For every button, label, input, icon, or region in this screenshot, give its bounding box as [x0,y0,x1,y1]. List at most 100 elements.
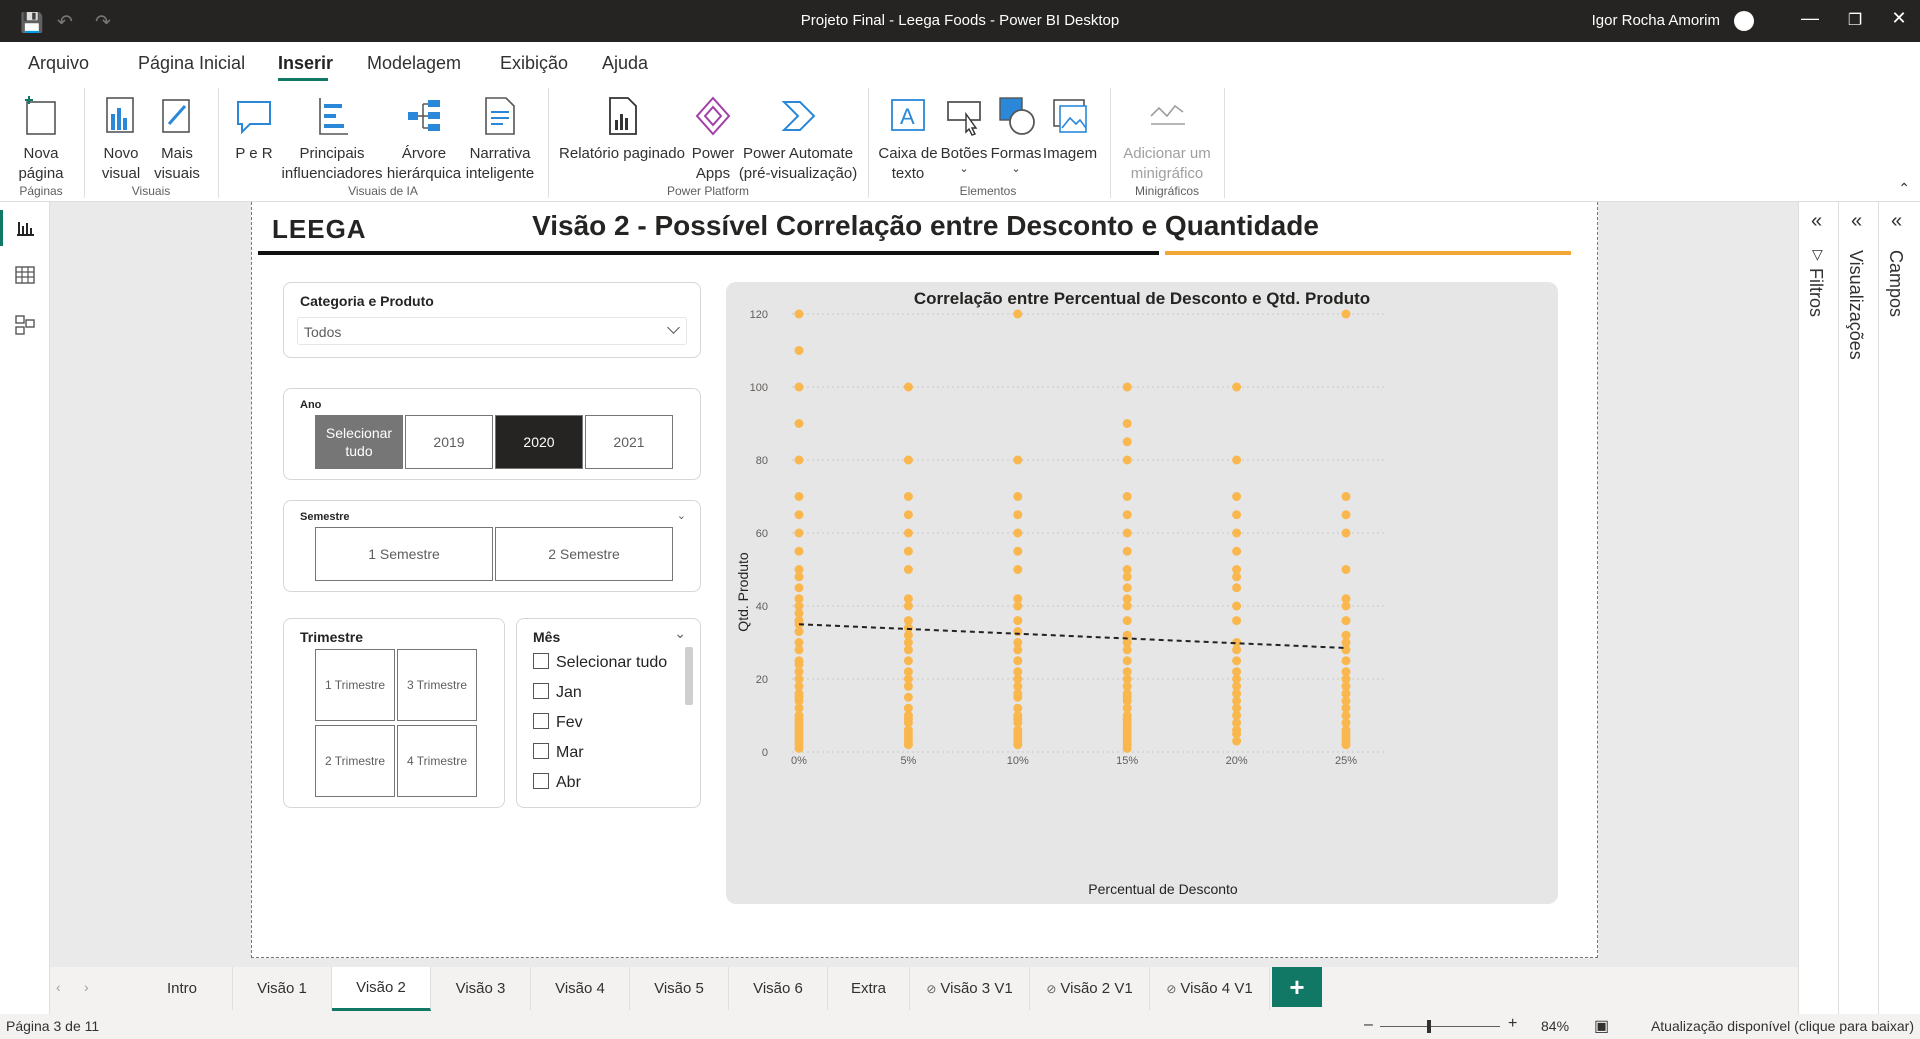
page-tab[interactable]: Visão 4 [531,967,630,1010]
scatter-point[interactable] [1122,601,1132,611]
zoom-slider[interactable] [1380,1026,1500,1027]
page-tab[interactable]: Intro [132,967,233,1010]
scatter-point[interactable] [794,528,804,538]
page-tab[interactable]: Visão 5 [630,967,729,1010]
categoria-dropdown[interactable]: Todos [297,317,687,345]
scatter-point[interactable] [903,382,913,392]
tab-scroll-left-icon[interactable]: ‹ [56,979,61,995]
mes-option-fev[interactable]: Fev [533,713,583,732]
tab-arquivo[interactable]: Arquivo [28,53,89,74]
scatter-point[interactable] [1341,565,1351,574]
page-tab[interactable]: Visão 1 [233,967,332,1010]
panel-campos[interactable]: « Campos [1878,202,1920,1014]
page-tab[interactable]: ⊘ Visão 2 V1 [1030,967,1150,1010]
mes-option-mar[interactable]: Mar [533,743,584,762]
scatter-point[interactable] [1232,572,1242,582]
page-tab[interactable]: ⊘ Visão 4 V1 [1150,967,1270,1010]
nova-pagina-button[interactable]: Nova página [10,94,72,184]
trimestre-option-1[interactable]: 1 Trimestre [315,649,395,721]
tab-inserir[interactable]: Inserir [278,53,333,74]
close-icon[interactable]: ✕ [1884,8,1914,29]
scatter-point[interactable] [794,455,804,465]
scatter-point[interactable] [903,692,913,702]
scatter-point[interactable] [1232,736,1242,746]
power-apps-button[interactable]: Power Apps [688,94,738,184]
minimize-icon[interactable]: — [1795,8,1825,29]
expand-panel-icon[interactable]: « [1891,210,1902,233]
scatter-point[interactable] [1232,583,1242,593]
scatter-point[interactable] [1013,565,1023,574]
scatter-point[interactable] [1341,510,1351,520]
scatter-point[interactable] [1232,382,1242,392]
scatter-point[interactable] [1122,616,1132,626]
scatter-point[interactable] [1013,309,1023,319]
tab-modelagem[interactable]: Modelagem [367,53,461,74]
scatter-point[interactable] [903,601,913,611]
scatter-point[interactable] [1232,645,1242,655]
scatter-point[interactable] [1122,419,1132,428]
scatter-point[interactable] [794,309,804,319]
scatter-point[interactable] [1013,546,1023,556]
scatter-point[interactable] [903,528,913,538]
scatter-point[interactable] [903,656,913,666]
scatter-point[interactable] [1341,601,1351,611]
scatter-point[interactable] [794,583,804,593]
report-page[interactable]: LEEGA Visão 2 - Possível Correlação entr… [251,202,1598,958]
scatter-point[interactable] [1013,645,1023,655]
tab-exibicao[interactable]: Exibição [500,53,568,74]
scatter-point[interactable] [794,382,804,392]
scatter-point[interactable] [1341,528,1351,538]
ano-option-2019[interactable]: 2019 [405,415,493,469]
tab-ajuda[interactable]: Ajuda [602,53,648,74]
scatter-point[interactable] [794,419,804,428]
scatter-point[interactable] [1341,656,1351,666]
model-view-icon[interactable] [14,314,36,336]
imagem-button[interactable]: Imagem [1042,94,1098,164]
trimestre-option-4[interactable]: 4 Trimestre [397,725,477,797]
scatter-point[interactable] [1122,656,1132,666]
scatter-point[interactable] [1232,656,1242,666]
scatter-point[interactable] [1232,455,1242,465]
collapse-ribbon-icon[interactable]: ⌃ [1898,180,1910,197]
scatter-point[interactable] [1232,546,1242,556]
update-available-link[interactable]: Atualização disponível (clique para baix… [1651,1018,1914,1034]
chevron-down-icon[interactable]: ⌄ [677,509,686,522]
checkbox[interactable] [533,773,549,789]
scatter-point[interactable] [1341,616,1351,626]
botoes-button[interactable]: Botões ⌄ [938,94,990,175]
page-tab[interactable]: Extra [828,967,910,1010]
ano-option-selecionar-tudo[interactable]: Selecionar tudo [315,415,403,469]
trimestre-option-2[interactable]: 2 Trimestre [315,725,395,797]
scatter-point[interactable] [1232,528,1242,538]
scatter-point[interactable] [1122,645,1132,655]
page-tab[interactable]: ⊘ Visão 3 V1 [910,967,1030,1010]
scatter-point[interactable] [1122,743,1132,753]
ano-option-2021[interactable]: 2021 [585,415,673,469]
expand-panel-icon[interactable]: « [1811,210,1822,233]
scatter-point[interactable] [1122,510,1132,520]
mais-visuais-button[interactable]: Mais visuais [148,94,206,184]
scatter-point[interactable] [1013,601,1023,611]
restore-icon[interactable]: ❐ [1840,10,1870,30]
page-tab-active[interactable]: Visão 2 [332,967,431,1011]
avatar[interactable] [1734,11,1754,31]
scatter-point[interactable] [1122,583,1132,593]
scatter-point[interactable] [794,346,804,355]
scatter-point[interactable] [794,743,804,753]
scatter-point[interactable] [794,510,804,520]
narrativa-inteligente-button[interactable]: Narrativa inteligente [462,94,538,184]
relatorio-paginado-button[interactable]: Relatório paginado [558,94,686,164]
scatter-point[interactable] [1341,309,1351,319]
chevron-down-icon[interactable]: ⌄ [674,625,686,642]
scatter-point[interactable] [1122,437,1132,447]
user-name[interactable]: Igor Rocha Amorim [1592,12,1720,29]
scatter-point[interactable] [1122,382,1132,392]
scatter-point[interactable] [1013,510,1023,520]
scatter-point[interactable] [1013,616,1023,626]
pe-r-button[interactable]: P e R [232,94,276,164]
formas-button[interactable]: Formas ⌄ [990,94,1042,175]
scatter-point[interactable] [1013,492,1023,501]
table-view-icon[interactable] [14,264,36,286]
add-page-button[interactable]: + [1272,967,1322,1007]
checkbox[interactable] [533,743,549,759]
